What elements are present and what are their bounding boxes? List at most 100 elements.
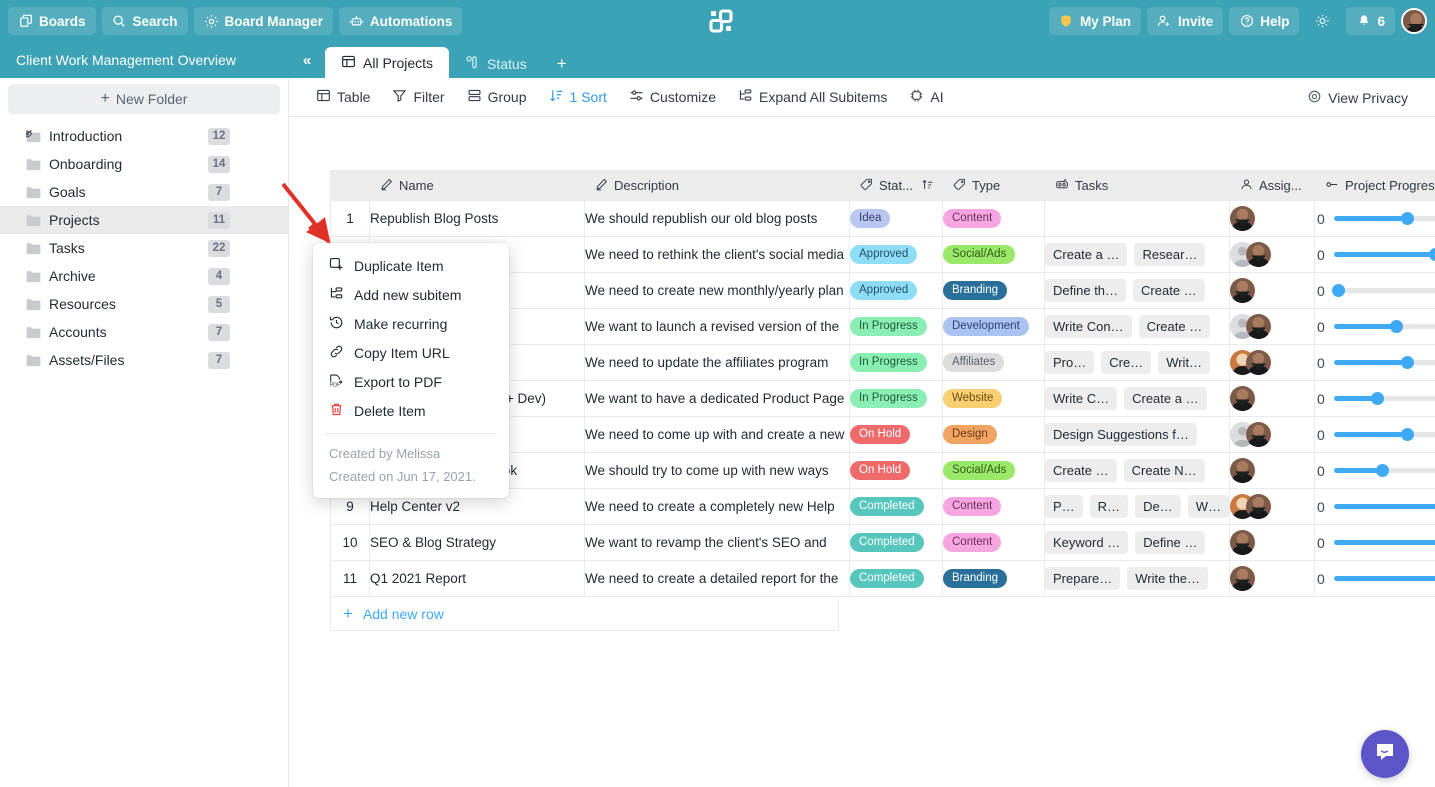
cell-progress[interactable]: 0 [1314, 200, 1435, 237]
cell-name[interactable]: Q1 2021 Report [369, 560, 585, 597]
cell-progress[interactable]: 0 [1314, 272, 1435, 309]
sidebar-item-archive[interactable]: Archive 4 [0, 262, 288, 290]
cell-name[interactable]: SEO & Blog Strategy [369, 524, 585, 561]
progress-slider[interactable]: 0 [1315, 247, 1435, 263]
toolbar-sort-button[interactable]: 1 Sort [538, 78, 618, 117]
cell-status[interactable]: In Progress [849, 308, 943, 345]
theme-toggle-button[interactable] [1305, 7, 1340, 35]
task-chip[interactable]: Keyword … [1045, 531, 1129, 554]
cell-status[interactable]: Approved [849, 236, 943, 273]
cell-assignee[interactable] [1229, 200, 1315, 237]
avatar[interactable] [1230, 278, 1255, 303]
avatar[interactable] [1246, 422, 1271, 447]
context-menu-item-delete-item[interactable]: Delete Item [313, 396, 509, 425]
avatar[interactable] [1246, 314, 1271, 339]
context-menu-item-make-recurring[interactable]: Make recurring [313, 309, 509, 338]
progress-slider[interactable]: 0 [1315, 427, 1435, 443]
task-chip[interactable]: Cre… [1101, 351, 1152, 374]
cell-status[interactable]: Completed [849, 488, 943, 525]
sidebar-item-onboarding[interactable]: Onboarding 14 [0, 150, 288, 178]
progress-slider[interactable]: 0 [1315, 211, 1435, 227]
task-chip[interactable]: Design Suggestions f… [1045, 423, 1197, 446]
progress-knob[interactable] [1389, 320, 1403, 333]
cell-assignee[interactable] [1229, 272, 1315, 309]
toolbar-group-button[interactable]: Group [456, 78, 538, 117]
toolbar-customize-button[interactable]: Customize [618, 78, 727, 117]
cell-tasks[interactable]: Create a … Resear… [1044, 236, 1230, 273]
cell-type[interactable]: Branding [942, 560, 1045, 597]
context-menu-item-duplicate-item[interactable]: Duplicate Item [313, 251, 509, 280]
cell-progress[interactable]: 0 [1314, 560, 1435, 597]
cell-description[interactable]: We need to update the affiliates program [584, 344, 850, 381]
table-row[interactable]: 1 Republish Blog Posts We should republi… [330, 200, 1435, 237]
cell-description[interactable]: We need to create a detailed report for … [584, 560, 850, 597]
cell-tasks[interactable]: Keyword … Define … [1044, 524, 1230, 561]
task-chip[interactable]: Define … [1135, 531, 1206, 554]
cell-tasks[interactable] [1044, 200, 1230, 237]
cell-status[interactable]: In Progress [849, 344, 943, 381]
progress-track[interactable] [1333, 212, 1435, 225]
cell-type[interactable]: Content [942, 488, 1045, 525]
cell-assignee[interactable] [1229, 524, 1315, 561]
invite-button[interactable]: Invite [1146, 7, 1224, 35]
cell-type[interactable]: Social/Ads [942, 452, 1045, 489]
progress-slider[interactable]: 0 [1315, 355, 1435, 371]
cell-description[interactable]: We want to revamp the client's SEO and [584, 524, 850, 561]
tab-all-projects[interactable]: All Projects [325, 47, 450, 78]
progress-knob[interactable] [1401, 356, 1415, 369]
task-chip[interactable]: Prepare… [1045, 567, 1121, 590]
avatar[interactable] [1230, 530, 1255, 555]
progress-knob[interactable] [1401, 428, 1415, 441]
cell-tasks[interactable]: Define th… Create … [1044, 272, 1230, 309]
task-chip[interactable]: Create … [1138, 315, 1211, 338]
cell-progress[interactable]: 0 [1314, 452, 1435, 489]
task-chip[interactable]: Create … [1045, 459, 1117, 482]
boards-button[interactable]: Boards [8, 7, 96, 35]
cell-description[interactable]: We should republish our old blog posts [584, 200, 850, 237]
my-plan-button[interactable]: My Plan [1048, 7, 1141, 35]
cell-tasks[interactable]: Pro… Cre… Writ… [1044, 344, 1230, 381]
cell-status[interactable]: Completed [849, 524, 943, 561]
cell-assignee[interactable] [1229, 308, 1315, 345]
cell-tasks[interactable]: P… R… De… W… [1044, 488, 1230, 525]
progress-knob[interactable] [1371, 392, 1385, 405]
progress-track[interactable] [1333, 356, 1435, 369]
sidebar-item-projects[interactable]: Projects 11 [0, 206, 288, 234]
avatar[interactable] [1401, 8, 1427, 34]
cell-assignee[interactable] [1229, 560, 1315, 597]
tab-status[interactable]: Status [449, 49, 543, 78]
cell-type[interactable]: Content [942, 200, 1045, 237]
context-menu-item-copy-item-url[interactable]: Copy Item URL [313, 338, 509, 367]
cell-assignee[interactable] [1229, 452, 1315, 489]
cell-name[interactable]: Republish Blog Posts [369, 200, 585, 237]
cell-progress[interactable]: 0 [1314, 416, 1435, 453]
progress-track[interactable] [1333, 392, 1435, 405]
cell-status[interactable]: Completed [849, 560, 943, 597]
cell-progress[interactable]: 0 [1314, 236, 1435, 273]
progress-track[interactable] [1333, 320, 1435, 333]
cell-type[interactable]: Branding [942, 272, 1045, 309]
task-chip[interactable]: Write the… [1127, 567, 1209, 590]
cell-progress[interactable]: 0 [1314, 488, 1435, 525]
context-menu-item-add-new-subitem[interactable]: Add new subitem [313, 280, 509, 309]
cell-type[interactable]: Development [942, 308, 1045, 345]
task-chip[interactable]: Write Con… [1045, 315, 1132, 338]
sidebar-item-resources[interactable]: Resources 5 [0, 290, 288, 318]
cell-description[interactable]: We want to have a dedicated Product Page [584, 380, 850, 417]
progress-track[interactable] [1333, 504, 1435, 509]
progress-slider[interactable]: 0 [1315, 463, 1435, 479]
task-chip[interactable]: Create a … [1045, 243, 1128, 266]
cell-tasks[interactable]: Write C… Create a … [1044, 380, 1230, 417]
progress-track[interactable] [1333, 464, 1435, 477]
automations-button[interactable]: Automations [338, 7, 463, 35]
cell-assignee[interactable] [1229, 344, 1315, 381]
cell-description[interactable]: We need to come up with and create a new [584, 416, 850, 453]
cell-description[interactable]: We should try to come up with new ways [584, 452, 850, 489]
progress-slider[interactable]: 0 [1315, 283, 1435, 299]
progress-knob[interactable] [1401, 212, 1415, 225]
cell-assignee[interactable] [1229, 416, 1315, 453]
column-header-status[interactable]: Stat... [849, 170, 943, 201]
column-header-type[interactable]: Type [942, 170, 1045, 201]
toolbar-expand-subitems-button[interactable]: Expand All Subitems [727, 78, 898, 117]
cell-status[interactable]: On Hold [849, 416, 943, 453]
